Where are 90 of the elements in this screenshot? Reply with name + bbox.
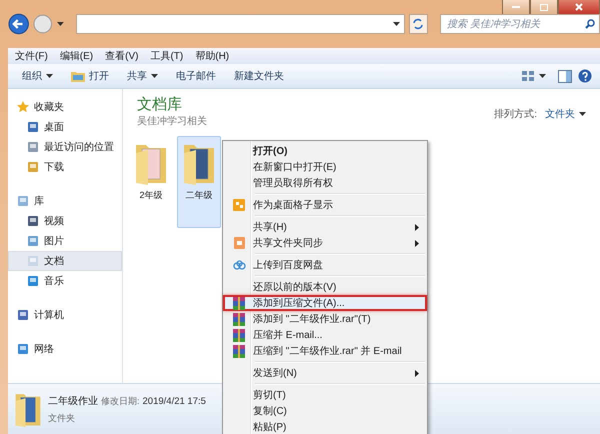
context-menu-item[interactable]: 上传到百度网盘: [223, 257, 427, 273]
archive-icon: [233, 312, 245, 326]
archive-icon: [233, 328, 245, 342]
search-icon: [585, 19, 595, 29]
place-icon: [27, 255, 39, 267]
address-field[interactable]: [76, 14, 404, 34]
place-icon: [27, 141, 39, 153]
context-menu-item[interactable]: 添加到 "二年级作业.rar"(T): [223, 311, 427, 327]
folder-item[interactable]: 二年级: [177, 136, 221, 228]
nav-item[interactable]: 音乐: [8, 271, 122, 291]
submenu-arrow-icon: [415, 224, 419, 230]
context-menu-item[interactable]: 共享文件夹同步: [223, 235, 427, 251]
close-icon: [575, 3, 583, 11]
context-menu-item[interactable]: 打开(O): [223, 143, 427, 159]
nav-item[interactable]: 计算机: [8, 305, 122, 325]
folder-item[interactable]: 2年级: [129, 136, 173, 228]
arrange-label: 排列方式:: [494, 108, 537, 121]
search-field[interactable]: 搜索 吴佳冲学习相关: [440, 14, 600, 34]
place-icon: [27, 275, 39, 287]
tile-icon: [233, 199, 245, 211]
nav-item[interactable]: 文档: [8, 251, 122, 271]
context-menu-item[interactable]: 共享(H): [223, 219, 427, 235]
place-icon: [17, 195, 29, 207]
file-name: 二年级作业: [48, 394, 98, 408]
toolbar-button[interactable]: 电子邮件: [170, 67, 222, 85]
context-menu-item[interactable]: 发送到(N): [223, 365, 427, 381]
context-menu-item[interactable]: 剪切(T): [223, 387, 427, 403]
context-menu-item[interactable]: 压缩到 "二年级作业.rar" 并 E-mail: [223, 343, 427, 359]
back-button[interactable]: [8, 13, 30, 35]
nav-item[interactable]: 最近访问的位置: [8, 137, 122, 157]
folder-icon: [71, 70, 85, 82]
cloud-icon: [232, 260, 246, 270]
menu-item[interactable]: 文件(F): [12, 49, 57, 63]
toolbar-button[interactable]: 组织: [16, 67, 59, 85]
context-menu-item[interactable]: 管理员取得所有权: [223, 175, 427, 191]
nav-item[interactable]: 库: [8, 191, 122, 211]
menu-item[interactable]: 帮助(H): [192, 49, 238, 63]
caret-icon: [151, 74, 158, 78]
minimize-icon: [512, 6, 520, 8]
date-value: 2019/4/21 17:5: [142, 396, 206, 406]
nav-item[interactable]: 收藏夹: [8, 97, 122, 117]
date-label: 修改日期:: [101, 394, 140, 408]
library-title: 文档库: [137, 95, 183, 114]
maximize-button[interactable]: [530, 0, 558, 15]
caret-icon: [392, 22, 400, 26]
maximize-icon: [540, 4, 548, 10]
context-menu-item[interactable]: 压缩并 E-mail...: [223, 327, 427, 343]
toolbar-button[interactable]: 共享: [121, 67, 164, 85]
file-type: 文件夹: [48, 412, 76, 424]
close-button[interactable]: [558, 0, 600, 15]
place-icon: [27, 121, 39, 133]
place-icon: [27, 215, 39, 227]
caret-icon: [539, 74, 546, 78]
refresh-button[interactable]: [408, 14, 428, 34]
toolbar-button[interactable]: 新建文件夹: [228, 67, 290, 85]
sync-icon: [234, 237, 244, 249]
caret-icon: [579, 112, 586, 116]
nav-item[interactable]: 网络: [8, 339, 122, 359]
preview-pane-icon[interactable]: [558, 70, 572, 82]
archive-icon: [233, 296, 245, 310]
menu-item[interactable]: 编辑(E): [56, 49, 102, 63]
place-icon: [27, 161, 39, 173]
place-icon: [17, 343, 29, 355]
context-menu-item[interactable]: 复制(C): [223, 403, 427, 419]
caret-icon: [56, 22, 64, 26]
nav-item[interactable]: 图片: [8, 231, 122, 251]
submenu-arrow-icon: [415, 240, 419, 246]
context-menu-item[interactable]: 添加到压缩文件(A)...: [223, 295, 427, 311]
library-subtitle: 吴佳冲学习相关: [137, 114, 207, 128]
context-menu-item[interactable]: 在新窗口中打开(E): [223, 159, 427, 175]
caret-icon: [46, 74, 53, 78]
toolbar-button[interactable]: 打开: [65, 67, 115, 85]
context-menu-item[interactable]: 还原以前的版本(V): [223, 279, 427, 295]
help-icon[interactable]: [578, 69, 592, 83]
star-icon: [17, 101, 29, 113]
submenu-arrow-icon: [415, 370, 419, 376]
minimize-button[interactable]: [502, 0, 530, 15]
archive-icon: [233, 344, 245, 358]
place-icon: [17, 309, 29, 321]
refresh-icon: [412, 18, 424, 30]
view-icon: [521, 70, 535, 82]
context-menu-item[interactable]: 作为桌面格子显示: [223, 197, 427, 213]
nav-item[interactable]: 桌面: [8, 117, 122, 137]
nav-item[interactable]: 下载: [8, 157, 122, 177]
arrange-dropdown[interactable]: 文件夹: [545, 107, 586, 121]
menu-item[interactable]: 工具(T): [147, 49, 192, 63]
place-icon: [27, 235, 39, 247]
context-menu-item[interactable]: 粘贴(P): [223, 419, 427, 434]
nav-item[interactable]: 视频: [8, 211, 122, 231]
menu-item[interactable]: 查看(V): [102, 49, 148, 63]
